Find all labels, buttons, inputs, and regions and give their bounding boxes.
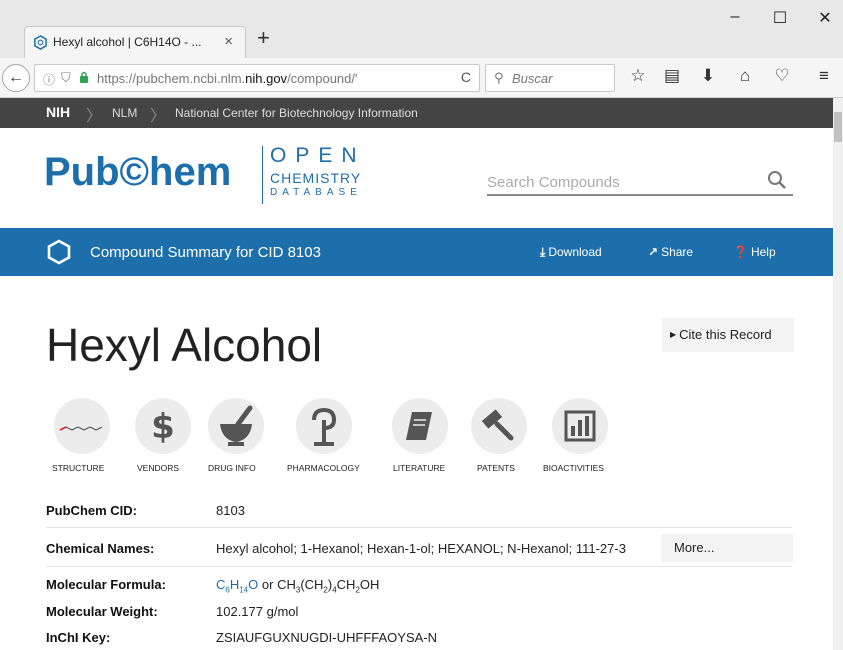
download-icon[interactable]: ⬇ (696, 66, 720, 86)
back-button[interactable]: ← (2, 64, 30, 92)
tab-close-icon[interactable]: × (224, 33, 233, 50)
url-domain: nih.gov (245, 71, 288, 86)
share-icon: ↗ (648, 245, 659, 259)
structure-icon (59, 426, 103, 431)
reload-icon[interactable]: C (461, 69, 471, 85)
cite-record-button[interactable]: ▶ Cite this Record (662, 318, 794, 352)
svg-text:$: $ (151, 407, 175, 447)
structure-nav[interactable] (54, 398, 110, 454)
logo-database-text: DATABASE (270, 187, 362, 198)
help-icon: ❓ (733, 245, 748, 259)
chemical-names-label: Chemical Names: (46, 541, 155, 556)
download-icon: ⤓ (540, 245, 546, 259)
mortar-pestle-icon (220, 405, 253, 446)
logo-chemistry-text: CHEMISTRY (270, 170, 362, 186)
nav-label-pharmacology[interactable]: PHARMACOLOGY (287, 463, 360, 473)
hexagon-icon (47, 239, 71, 265)
url-text: https://pubchem.ncbi.nlm.nih.gov/compoun… (97, 71, 358, 86)
new-tab-button[interactable]: + (257, 25, 270, 51)
help-button[interactable]: ❓ Help (733, 245, 776, 259)
download-button[interactable]: ⤓ Download (540, 245, 602, 260)
pharmacology-nav[interactable] (296, 398, 352, 454)
ncbi-link[interactable]: National Center for Biotechnology Inform… (175, 106, 418, 120)
dollar-icon: $ (151, 407, 175, 447)
patents-nav[interactable] (471, 398, 527, 454)
chemical-names-value: Hexyl alcohol; 1-Hexanol; Hexan-1-ol; HE… (216, 541, 626, 556)
nav-label-vendors[interactable]: VENDORS (137, 463, 179, 473)
nav-label-literature[interactable]: LITERATURE (393, 463, 445, 473)
summary-title: Compound Summary for CID 8103 (90, 244, 321, 261)
browser-toolbar: ← ⓘ ⛉ https://pubchem.ncbi.nlm.nih.gov/c… (0, 58, 843, 98)
nav-label-bioactivities[interactable]: BIOACTIVITIES (543, 463, 604, 473)
search-icon[interactable] (767, 170, 787, 190)
nav-label-patents[interactable]: PATENTS (477, 463, 515, 473)
search-icon: ⚲ (494, 70, 504, 85)
browser-search-placeholder: Buscar (512, 71, 553, 86)
inchi-key-label: InChI Key: (46, 630, 111, 645)
lock-icon[interactable] (79, 71, 89, 83)
nav-label-structure[interactable]: STRUCTURE (52, 463, 104, 473)
compound-search-box (487, 168, 793, 196)
inchi-key-value: ZSIAUFGUXNUGDI-UHFFFAOYSA-N (216, 630, 438, 645)
book-icon (406, 412, 432, 440)
literature-nav[interactable] (392, 398, 448, 454)
caduceus-icon (312, 407, 337, 446)
property-divider (46, 527, 792, 528)
nih-link[interactable]: NIH (46, 104, 70, 120)
cid-value: 8103 (216, 503, 245, 518)
breadcrumb-separator-icon: 〉 (150, 108, 167, 125)
nih-breadcrumb-bar: NIH 〉 NLM 〉 National Center for Biotechn… (0, 98, 833, 128)
nav-label-drug-info[interactable]: DRUG INFO (208, 463, 256, 473)
maximize-button[interactable]: ☐ (765, 8, 795, 28)
home-icon[interactable]: ⌂ (733, 66, 757, 86)
vendors-nav[interactable]: $ (135, 398, 191, 454)
browser-tab[interactable]: Hexyl alcohol | C6H14O - ... × (24, 26, 246, 58)
molecular-formula-value: C6H14O or CH3(CH2)4CH2OH (216, 577, 380, 595)
molecular-weight-value: 102.177 g/mol (216, 604, 299, 619)
molecular-weight-label: Molecular Weight: (46, 604, 158, 619)
triangle-right-icon: ▶ (670, 330, 677, 339)
more-names-button[interactable]: More... (661, 534, 793, 562)
property-divider (46, 566, 792, 567)
pubchem-favicon-icon (34, 35, 47, 50)
reader-icon[interactable]: ▤ (660, 66, 684, 86)
browser-titlebar: Hexyl alcohol | C6H14O - ... × + – ☐ ✕ (0, 0, 843, 58)
shield-icon[interactable]: ⛉ (61, 70, 71, 86)
scrollbar-thumb[interactable] (834, 112, 842, 142)
compound-title: Hexyl Alcohol (46, 319, 323, 371)
info-icon[interactable]: ⓘ (43, 71, 55, 88)
compound-summary-bar: Compound Summary for CID 8103 ⤓ Download … (0, 228, 833, 276)
pocket-icon[interactable]: ♡ (770, 66, 794, 86)
share-button[interactable]: ↗ Share (648, 245, 693, 259)
compound-search-input[interactable] (487, 170, 747, 194)
tab-title: Hexyl alcohol | C6H14O - ... (53, 35, 202, 49)
menu-icon[interactable]: ≡ (812, 66, 836, 86)
bar-chart-icon (564, 410, 596, 442)
close-window-button[interactable]: ✕ (810, 8, 840, 28)
breadcrumb-separator-icon: 〉 (86, 108, 103, 125)
scrollbar-track[interactable] (833, 98, 843, 650)
gavel-icon (481, 409, 514, 441)
logo-open-text: OPEN (270, 144, 366, 167)
bioactivities-nav[interactable] (552, 398, 608, 454)
browser-search-bar[interactable]: ⚲ Buscar (485, 64, 615, 92)
star-icon[interactable]: ☆ (626, 66, 650, 86)
cid-label: PubChem CID: (46, 503, 137, 518)
logo-divider (262, 146, 263, 204)
minimize-button[interactable]: – (720, 8, 750, 26)
nlm-link[interactable]: NLM (112, 106, 137, 120)
logo-wordmark: Pub©hem (44, 150, 232, 194)
formula-link[interactable]: C6H14O (216, 577, 258, 595)
molecular-formula-label: Molecular Formula: (46, 577, 166, 592)
address-bar[interactable]: ⓘ ⛉ https://pubchem.ncbi.nlm.nih.gov/com… (34, 64, 480, 92)
drug-info-nav[interactable] (208, 398, 264, 454)
